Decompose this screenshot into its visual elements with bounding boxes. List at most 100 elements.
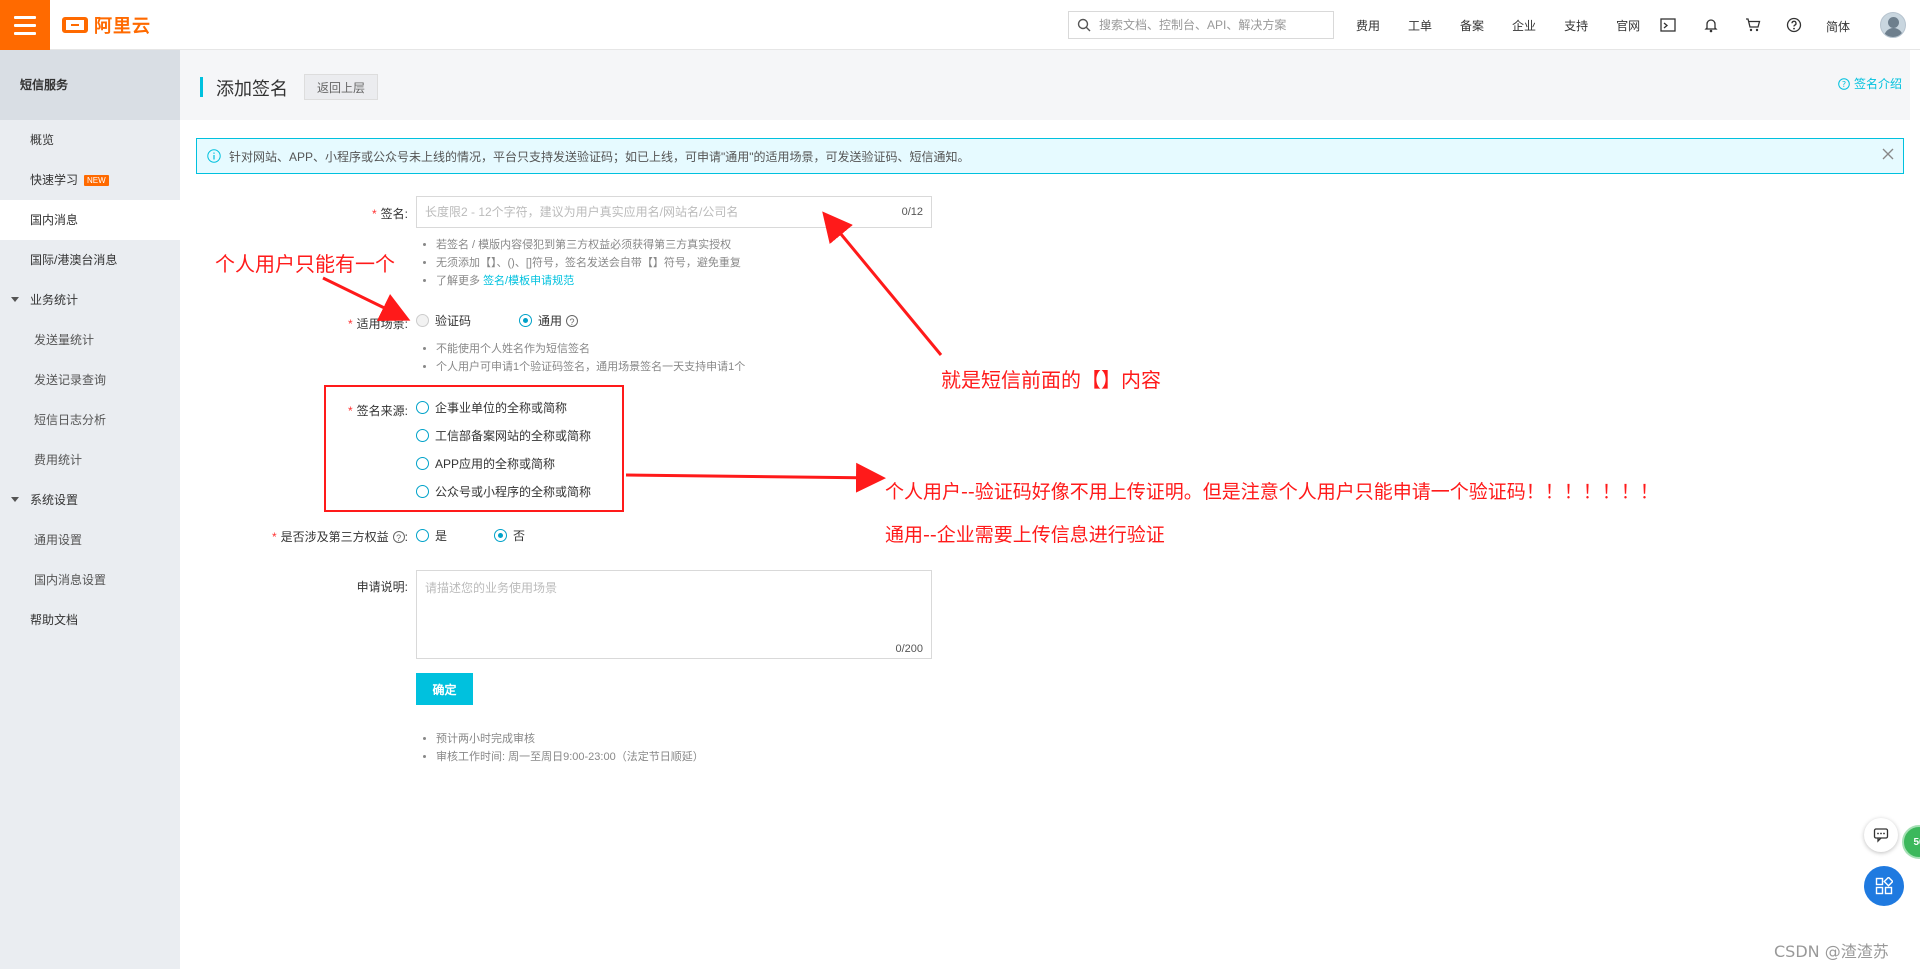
scene-hint-2: 个人用户可申请1个验证码签名，通用场景签名一天支持申请1个 [436, 358, 745, 376]
signature-hints: 若签名 / 模版内容侵犯到第三方权益必须获得第三方真实授权 无须添加【】、()、… [420, 236, 741, 290]
signature-spec-link[interactable]: 签名/模板申请规范 [483, 275, 574, 287]
sidebar-item-label: 发送记录查询 [34, 373, 107, 387]
confirm-button[interactable]: 确定 [416, 673, 473, 705]
nav-icp[interactable]: 备案 [1460, 17, 1484, 34]
third-party-radio-yes[interactable]: 是 [416, 527, 447, 544]
review-hints: 预计两小时完成审核 审核工作时间: 周一至周日9:00-23:00（法定节日顺延… [420, 730, 704, 766]
sidebar-item-label: 短信日志分析 [34, 413, 107, 427]
annotation-general-note: 通用--企业需要上传信息进行验证 [885, 524, 1165, 546]
bell-icon[interactable] [1703, 17, 1719, 33]
sidebar-item-domestic-settings[interactable]: 国内消息设置 [0, 560, 180, 600]
description-field[interactable]: 0/200 [416, 570, 932, 659]
nav-tickets[interactable]: 工单 [1408, 17, 1432, 34]
third-party-option-label: 是 [435, 529, 448, 543]
signature-intro-label: 签名介绍 [1853, 77, 1902, 91]
required-mark: * [271, 530, 277, 544]
signature-more-prefix: 了解更多 [436, 275, 480, 287]
language-switch[interactable]: 简体 [1826, 18, 1850, 35]
top-bar: 阿里云 费用 工单 备案 企业 支持 官网 简体 [0, 0, 1920, 50]
help-circle-icon[interactable]: ? [566, 314, 579, 327]
sidebar-item-label: 国际/港澳台消息 [30, 253, 118, 267]
radio-circle-icon [416, 529, 429, 542]
global-search-input[interactable] [1097, 17, 1326, 33]
help-circle-icon[interactable]: ? [392, 531, 405, 543]
caret-down-icon [11, 497, 19, 502]
apps-button[interactable] [1864, 866, 1904, 906]
scene-option-label: 验证码 [435, 314, 472, 328]
sidebar-item-label: 发送量统计 [34, 333, 95, 347]
aliyun-logo-icon [62, 17, 88, 33]
sidebar-item-send-volume[interactable]: 发送量统计 [0, 320, 180, 360]
scene-radio-general[interactable]: 通用? [519, 312, 579, 329]
sidebar-item-domestic[interactable]: 国内消息 [0, 200, 180, 240]
aliyun-logo[interactable]: 阿里云 [62, 14, 151, 36]
required-mark: * [347, 317, 353, 331]
help-icon[interactable] [1786, 17, 1802, 33]
sidebar-item-overview[interactable]: 概览 [0, 120, 180, 160]
help-circle-icon: ? [1838, 77, 1850, 90]
sidebar-header[interactable]: 短信服务 [0, 50, 180, 120]
terminal-icon[interactable] [1660, 17, 1676, 33]
description-counter: 0/200 [895, 643, 923, 655]
signature-hint-3: 了解更多 签名/模板申请规范 [436, 272, 741, 290]
third-party-option-label: 否 [513, 529, 526, 543]
sidebar-item-label: 概览 [30, 133, 55, 147]
watermark: CSDN @渣渣苏 [1774, 942, 1889, 961]
page-title: 添加签名 [216, 79, 288, 99]
signature-hint-2: 无须添加【】、()、[]符号，签名发送会自带【】符号，避免重复 [436, 254, 741, 272]
info-banner-text: 针对网站、APP、小程序或公众号未上线的情况，平台只支持发送验证码；如已上线，可… [229, 149, 970, 164]
global-search[interactable] [1068, 11, 1334, 39]
sidebar-item-send-records[interactable]: 发送记录查询 [0, 360, 180, 400]
nav-official-site[interactable]: 官网 [1616, 17, 1640, 34]
sidebar-item-label: 快速学习 [30, 173, 79, 187]
avatar[interactable] [1880, 12, 1906, 38]
annotation-highlight-box [324, 385, 624, 512]
review-hint-1: 预计两小时完成审核 [436, 730, 704, 748]
close-icon[interactable] [1881, 147, 1895, 161]
review-hint-2: 审核工作时间: 周一至周日9:00-23:00（法定节日顺延） [436, 748, 704, 766]
sidebar-group-label: 业务统计 [30, 293, 79, 307]
sidebar: 短信服务 概览 快速学习 NEW 国内消息 国际/港澳台消息 业务统计 发送量统计… [0, 50, 180, 969]
scene-radio-verify[interactable]: 验证码 [416, 312, 471, 329]
third-party-label: * 是否涉及第三方权益?: [266, 528, 408, 545]
third-party-radio-no[interactable]: 否 [494, 527, 525, 544]
new-badge: NEW [84, 175, 109, 187]
sidebar-group-stats[interactable]: 业务统计 [0, 280, 180, 320]
chat-button[interactable] [1864, 818, 1898, 852]
sidebar-item-quickstart[interactable]: 快速学习 NEW [0, 160, 180, 200]
sidebar-item-log-analysis[interactable]: 短信日志分析 [0, 400, 180, 440]
caret-down-icon [11, 297, 19, 302]
scene-option-label: 通用 [538, 314, 563, 328]
annotation-personal-only-one: 个人用户只能有一个 [215, 252, 395, 276]
sidebar-group-label: 系统设置 [30, 493, 79, 507]
back-button[interactable]: 返回上层 [304, 74, 379, 100]
cart-icon[interactable] [1745, 17, 1761, 33]
top-nav: 费用 工单 备案 企业 支持 官网 [1356, 0, 1668, 50]
page-header: 添加签名 返回上层 ? 签名介绍 [180, 50, 1910, 120]
sidebar-item-label: 帮助文档 [30, 613, 79, 627]
third-party-label-text: 是否涉及第三方权益 [280, 530, 389, 544]
menu-icon[interactable] [0, 0, 50, 50]
title-accent-bar [200, 77, 203, 97]
sidebar-item-help[interactable]: 帮助文档 [0, 600, 180, 640]
brand-name: 阿里云 [94, 16, 151, 36]
signature-input[interactable] [417, 197, 877, 227]
signature-hint-1: 若签名 / 模版内容侵犯到第三方权益必须获得第三方真实授权 [436, 236, 741, 254]
info-icon [207, 149, 221, 163]
nav-fees[interactable]: 费用 [1356, 17, 1380, 34]
sidebar-item-fee-stats[interactable]: 费用统计 [0, 440, 180, 480]
signature-field[interactable]: 0/12 [416, 196, 932, 228]
scene-label: * 适用场景: [346, 315, 408, 332]
sidebar-item-general-settings[interactable]: 通用设置 [0, 520, 180, 560]
sidebar-item-international[interactable]: 国际/港澳台消息 [0, 240, 180, 280]
signature-counter: 0/12 [901, 206, 923, 218]
info-banner: 针对网站、APP、小程序或公众号未上线的情况，平台只支持发送验证码；如已上线，可… [196, 138, 1904, 174]
apps-grid-icon [1875, 877, 1893, 895]
sidebar-group-settings[interactable]: 系统设置 [0, 480, 180, 520]
nav-support[interactable]: 支持 [1564, 17, 1588, 34]
signature-intro-link[interactable]: ? 签名介绍 [1838, 75, 1902, 92]
description-textarea[interactable] [417, 571, 931, 639]
required-mark: * [371, 207, 377, 221]
scene-label-text: 适用场景: [356, 317, 408, 331]
nav-enterprise[interactable]: 企业 [1512, 17, 1536, 34]
